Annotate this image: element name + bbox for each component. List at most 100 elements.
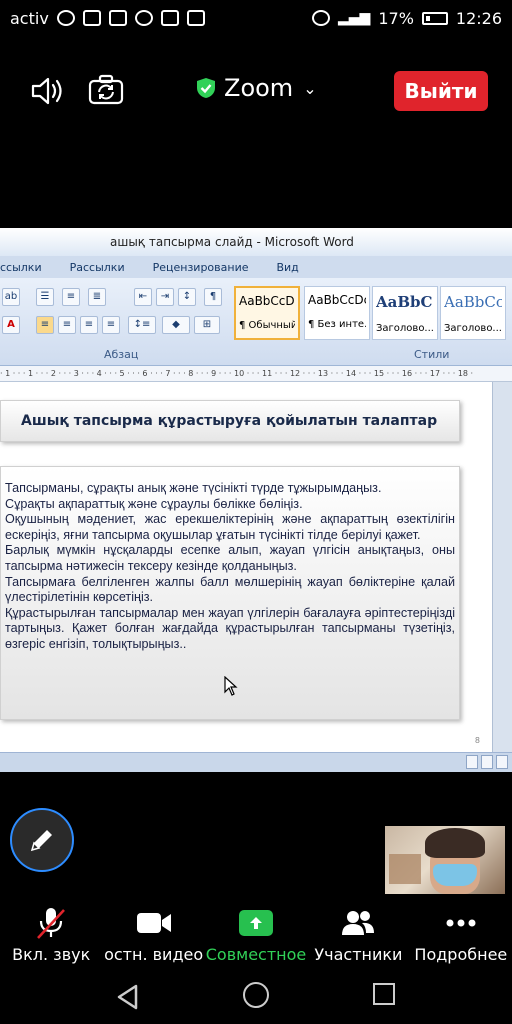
- participants-button[interactable]: Участники: [307, 900, 409, 964]
- background-shelf: [389, 854, 421, 884]
- self-video-thumbnail[interactable]: [385, 826, 505, 894]
- signal-icon: ▂▄▆: [338, 10, 371, 26]
- meeting-top-bar: Zoom ⌄ Выйти: [0, 60, 512, 120]
- tab-references[interactable]: ссылки: [0, 261, 42, 274]
- multilevel-list-icon[interactable]: ≣: [88, 288, 106, 306]
- chevron-down-icon: ⌄: [303, 78, 317, 98]
- recent-apps-icon[interactable]: [373, 983, 395, 1005]
- more-label: Подробнее: [414, 945, 508, 964]
- unmute-label: Вкл. звук: [12, 945, 91, 964]
- participants-icon: [342, 911, 375, 935]
- secure-shield-icon: [197, 78, 215, 98]
- status-bar: activ ▂▄▆ 17% 12:26: [0, 0, 512, 36]
- page-number: 8: [474, 736, 480, 745]
- style-sample: AaBbCcDc: [308, 293, 366, 307]
- video-camera-icon: [136, 913, 171, 933]
- bullets-icon[interactable]: ☰: [36, 288, 54, 306]
- video-notification-icon: [186, 10, 205, 26]
- format-painter-icon[interactable]: ab: [2, 288, 20, 306]
- whatsapp-icon: [56, 10, 75, 26]
- reading-layout-icon[interactable]: [481, 755, 493, 769]
- alarm-icon: [312, 10, 331, 26]
- style-normal[interactable]: AaBbCcDc ¶ Обычный: [234, 286, 300, 340]
- meeting-title-label: Zoom: [224, 74, 294, 102]
- battery-icon: [421, 11, 448, 25]
- sd-card-icon: [108, 10, 127, 26]
- word-status-bar: [0, 752, 512, 772]
- style-sample: AaBbC: [376, 293, 433, 311]
- document-area[interactable]: Ашық тапсырма құрастыруға қойылатын тала…: [0, 382, 512, 752]
- borders-icon[interactable]: ⊞: [194, 316, 220, 334]
- paragraph-group-label: Абзац: [104, 348, 139, 361]
- stop-video-label: остн. видео: [104, 945, 204, 964]
- switch-camera-icon[interactable]: [88, 73, 124, 107]
- justify-icon[interactable]: ≡: [102, 316, 120, 334]
- share-arrow-icon: [239, 910, 274, 936]
- unmute-button[interactable]: Вкл. звук: [0, 900, 102, 964]
- more-button[interactable]: Подробнее: [410, 900, 512, 964]
- system-navigation-bar: [0, 970, 512, 1024]
- slide-heading: Ашық тапсырма құрастыруға қойылатын тала…: [0, 400, 460, 442]
- line-spacing-icon[interactable]: ↕≡: [128, 316, 156, 334]
- meeting-toolbar: Вкл. звук остн. видео Совместное Участни…: [0, 900, 512, 970]
- meeting-title[interactable]: Zoom ⌄: [196, 74, 317, 102]
- annotate-button[interactable]: [10, 808, 74, 872]
- stop-video-button[interactable]: остн. видео: [102, 900, 204, 964]
- style-sample: AaBbCc: [444, 293, 502, 311]
- ribbon: ab A ☰ ≡ ≣ ⇤ ⇥ ↕ ¶ ≡ ≡ ≡ ≡ ↕≡ ◆ ⊞ Абзац …: [0, 278, 512, 366]
- muted-mic-icon: [37, 908, 66, 939]
- leave-meeting-button[interactable]: Выйти: [394, 71, 488, 111]
- sort-icon[interactable]: ↕: [178, 288, 196, 306]
- align-right-icon[interactable]: ≡: [80, 316, 98, 334]
- style-sample: AaBbCcDc: [239, 294, 295, 308]
- shading-icon[interactable]: ◆: [162, 316, 190, 334]
- slide-paragraph: Оқушының мәдениет, жас ерекшеліктерінің …: [5, 512, 455, 542]
- tab-mailings[interactable]: Рассылки: [70, 261, 125, 274]
- align-center-icon[interactable]: ≡: [58, 316, 76, 334]
- home-icon[interactable]: [243, 982, 269, 1008]
- activity-icon: [160, 10, 179, 26]
- missed-call-icon: [82, 10, 101, 26]
- tab-review[interactable]: Рецензирование: [153, 261, 249, 274]
- show-formatting-icon[interactable]: ¶: [204, 288, 222, 306]
- style-name: ¶ Обычный: [239, 320, 295, 331]
- participant-hair: [425, 828, 485, 858]
- participants-label: Участники: [314, 945, 403, 964]
- style-name: Заголово...: [376, 323, 434, 334]
- face-mask: [433, 864, 477, 886]
- slide-paragraph: Құрастырылған тапсырмалар мен жауап үлгі…: [5, 605, 455, 651]
- clock: 12:26: [455, 8, 502, 28]
- vertical-scrollbar[interactable]: [492, 382, 512, 752]
- pencil-icon: [30, 830, 52, 852]
- tab-view[interactable]: Вид: [276, 261, 298, 274]
- share-screen-label: Совместное: [205, 945, 307, 964]
- print-layout-icon[interactable]: [466, 755, 478, 769]
- numbering-icon[interactable]: ≡: [62, 288, 80, 306]
- back-icon[interactable]: [116, 984, 140, 1010]
- slide-paragraph: Тапсырманы, сұрақты анық және түсінікті …: [5, 481, 382, 495]
- hotspot-icon: [134, 10, 153, 26]
- battery-level: 17%: [378, 8, 414, 28]
- font-color-icon[interactable]: A: [2, 316, 20, 334]
- slide-paragraph: Барлық мүмкін нұсқаларды есепке алып, жа…: [5, 543, 455, 573]
- more-dots-icon: [446, 919, 476, 927]
- ribbon-tabs: ссылки Рассылки Рецензирование Вид: [0, 256, 512, 278]
- style-heading-1[interactable]: AaBbC Заголово...: [372, 286, 438, 340]
- increase-indent-icon[interactable]: ⇥: [156, 288, 174, 306]
- style-name: ¶ Без инте...: [308, 319, 366, 330]
- word-window-title: ашық тапсырма слайд - Microsoft Word: [0, 228, 512, 256]
- web-layout-icon[interactable]: [496, 755, 508, 769]
- slide-paragraph: Сұрақты ақпараттық және сұраулы бөлікке …: [5, 496, 303, 511]
- slide-paragraph: Тапсырмаға белгіленген жалпы балл мөлшер…: [5, 574, 455, 605]
- decrease-indent-icon[interactable]: ⇤: [134, 288, 152, 306]
- style-heading-2[interactable]: AaBbCc Заголово...: [440, 286, 506, 340]
- share-screen-button[interactable]: Совместное: [205, 900, 307, 964]
- horizontal-ruler: · 1 · · · 1 · · · 2 · · · 3 · · · 4 · · …: [0, 366, 512, 382]
- style-name: Заголово...: [444, 323, 502, 334]
- styles-group-label: Стили: [414, 348, 450, 361]
- align-left-icon[interactable]: ≡: [36, 316, 54, 334]
- shared-screen: ашық тапсырма слайд - Microsoft Word ссы…: [0, 228, 512, 772]
- mouse-cursor-icon: [224, 676, 238, 696]
- speaker-icon[interactable]: [30, 76, 66, 106]
- style-no-spacing[interactable]: AaBbCcDc ¶ Без инте...: [304, 286, 370, 340]
